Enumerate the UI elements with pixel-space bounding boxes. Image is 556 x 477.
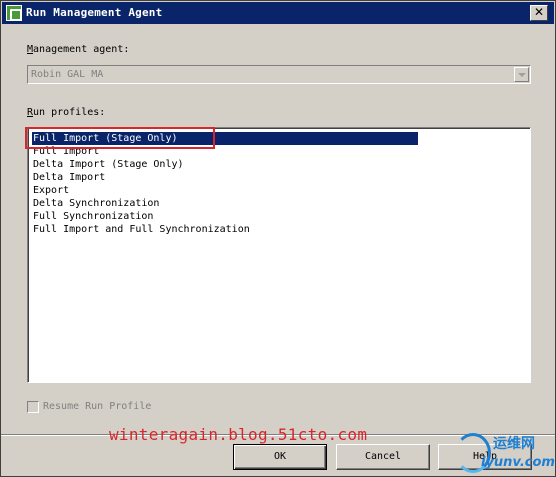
resume-run-profile-label: Resume Run Profile — [43, 401, 152, 412]
chevron-down-icon[interactable] — [514, 67, 529, 82]
management-agent-dropdown[interactable]: Robin GAL MA — [27, 65, 531, 84]
list-item[interactable]: Full Synchronization — [32, 210, 153, 223]
title-bar[interactable]: Run Management Agent ✕ — [2, 2, 554, 24]
cancel-button[interactable]: Cancel — [336, 444, 430, 470]
app-icon — [6, 5, 22, 21]
logo-top-text: 运维网 — [493, 436, 535, 452]
site-logo: 运维网 iyunv.com — [451, 429, 556, 477]
run-profiles-list[interactable]: Full Import (Stage Only) Full Import Del… — [27, 127, 531, 383]
window-title: Run Management Agent — [26, 6, 163, 19]
run-profiles-label: Run profiles: — [27, 107, 106, 118]
management-agent-value: Robin GAL MA — [31, 69, 104, 80]
logo-bottom-text: iyunv.com — [481, 455, 555, 470]
annotation-highlight — [25, 127, 215, 149]
close-button[interactable]: ✕ — [530, 5, 548, 21]
list-item[interactable]: Full Import and Full Synchronization — [32, 223, 250, 236]
ok-button[interactable]: OK — [233, 444, 327, 470]
list-item[interactable]: Delta Import (Stage Only) — [32, 158, 184, 171]
resume-run-profile-checkbox[interactable] — [27, 401, 39, 413]
management-agent-label: Management agent: — [27, 44, 130, 55]
list-item[interactable]: Delta Import — [32, 171, 105, 184]
run-management-agent-dialog: Run Management Agent ✕ Management agent:… — [0, 0, 556, 477]
list-item[interactable]: Delta Synchronization — [32, 197, 159, 210]
list-item[interactable]: Export — [32, 184, 69, 197]
watermark-text: winteragain.blog.51cto.com — [109, 425, 368, 444]
